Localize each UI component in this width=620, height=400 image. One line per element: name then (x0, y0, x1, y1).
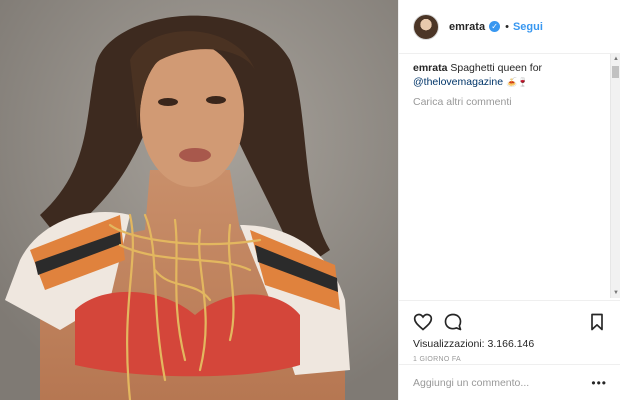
instagram-post: emrata ✓ • Segui emrata Spaghetti queen … (0, 0, 620, 400)
follow-button[interactable]: Segui (513, 21, 543, 33)
comment-input[interactable] (413, 376, 592, 389)
views-number: 3.166.146 (487, 338, 535, 350)
verified-badge-icon: ✓ (489, 21, 501, 32)
caption-text: Spaghetti queen for (450, 62, 543, 74)
more-options-icon[interactable]: ••• (591, 376, 607, 390)
post-photo[interactable] (0, 0, 398, 400)
scroll-up-arrow-icon[interactable]: ▲ (611, 54, 620, 64)
author-handle[interactable]: emrata (449, 21, 485, 33)
views-label: Visualizzazioni: (413, 338, 485, 350)
caption-mention[interactable]: @thelovemagazine (413, 76, 503, 88)
caption-author[interactable]: emrata (413, 62, 447, 74)
avatar[interactable] (413, 13, 439, 40)
post-caption: emrata Spaghetti queen for @thelovemagaz… (413, 61, 603, 89)
add-comment-bar: ••• (399, 364, 620, 400)
comments-scrollbar[interactable]: ▲ ▼ (610, 54, 620, 298)
post-photo-illustration (0, 0, 398, 400)
scroll-thumb[interactable] (612, 66, 619, 78)
heart-icon[interactable] (413, 312, 433, 332)
load-more-comments-link[interactable]: Carica altri commenti (413, 96, 605, 108)
comment-icon[interactable] (443, 312, 463, 332)
post-header: emrata ✓ • Segui (399, 0, 620, 54)
header-separator: • (505, 20, 509, 33)
post-side-panel: emrata ✓ • Segui emrata Spaghetti queen … (398, 0, 620, 400)
comments-section: emrata Spaghetti queen for @thelovemagaz… (399, 54, 620, 298)
caption-emojis: 🍝🍷 (505, 77, 529, 87)
post-timestamp[interactable]: 1 GIORNO FA (413, 356, 607, 363)
scroll-down-arrow-icon[interactable]: ▼ (611, 288, 620, 298)
views-count: Visualizzazioni: 3.166.146 (413, 338, 607, 350)
post-actions: Visualizzazioni: 3.166.146 1 GIORNO FA (399, 300, 620, 370)
action-icons-row (413, 311, 607, 333)
bookmark-icon[interactable] (587, 312, 607, 332)
